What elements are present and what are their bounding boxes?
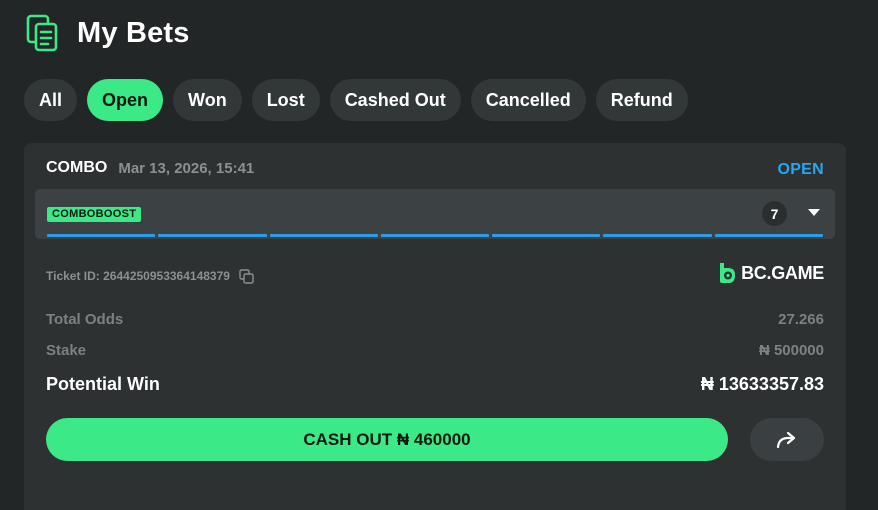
page-title: My Bets — [77, 16, 190, 49]
stake-value: ₦ 500000 — [758, 342, 824, 359]
progress-segment — [47, 234, 156, 237]
status-badge: OPEN — [777, 161, 824, 178]
document-icon — [26, 14, 58, 52]
page-header: My Bets — [26, 14, 190, 52]
bet-legs-toggle[interactable]: COMBOBOOST 7 — [35, 189, 835, 239]
tab-all[interactable]: All — [24, 79, 78, 121]
total-odds-row: Total Odds 27.266 — [46, 311, 824, 328]
tab-cashed-out[interactable]: Cashed Out — [329, 79, 461, 121]
cash-out-button[interactable]: CASH OUT ₦ 460000 — [46, 418, 728, 461]
bet-card-header: COMBO Mar 13, 2026, 15:41 OPEN — [46, 158, 824, 178]
bet-date: Mar 13, 2026, 15:41 — [118, 159, 255, 177]
potential-win-row: Potential Win ₦ 13633357.83 — [46, 374, 824, 395]
progress-segment — [492, 234, 601, 237]
progress-segment — [158, 234, 267, 237]
tab-open[interactable]: Open — [87, 79, 164, 121]
copy-icon[interactable] — [239, 268, 254, 284]
share-button[interactable] — [750, 418, 824, 461]
total-odds-label: Total Odds — [46, 311, 124, 328]
bet-card: COMBO Mar 13, 2026, 15:41 OPEN COMBOBOOS… — [24, 143, 846, 510]
brand-name: BC.GAME — [741, 262, 824, 283]
progress-segment — [603, 234, 712, 237]
share-arrow-icon — [776, 431, 796, 448]
progress-segment — [380, 234, 490, 237]
stake-label: Stake — [46, 342, 87, 359]
bc-game-logo-icon — [720, 263, 736, 283]
progress-segment — [269, 234, 378, 237]
bet-filter-tabs: All Open Won Lost Cashed Out Cancelled R… — [24, 79, 688, 121]
legs-count: 7 — [762, 201, 787, 226]
tab-lost[interactable]: Lost — [251, 79, 320, 121]
progress-segment — [714, 234, 823, 237]
bet-type: COMBO — [46, 159, 108, 176]
potential-win-label: Potential Win — [46, 374, 160, 394]
total-odds-value: 27.266 — [778, 311, 824, 328]
stake-row: Stake ₦ 500000 — [46, 342, 824, 359]
tab-won[interactable]: Won — [173, 79, 242, 121]
tab-cancelled[interactable]: Cancelled — [470, 79, 586, 121]
brand: BC.GAME — [717, 261, 824, 285]
chevron-down-icon[interactable] — [808, 209, 820, 216]
ticket-id: Ticket ID: 2644250953364148379 — [46, 269, 230, 283]
ticket-row: Ticket ID: 2644250953364148379 BC.GAME — [46, 261, 824, 288]
comboboost-badge: COMBOBOOST — [47, 207, 142, 222]
tab-refund[interactable]: Refund — [595, 79, 688, 121]
legs-progress — [47, 234, 823, 237]
potential-win-value: ₦ 13633357.83 — [700, 374, 824, 394]
